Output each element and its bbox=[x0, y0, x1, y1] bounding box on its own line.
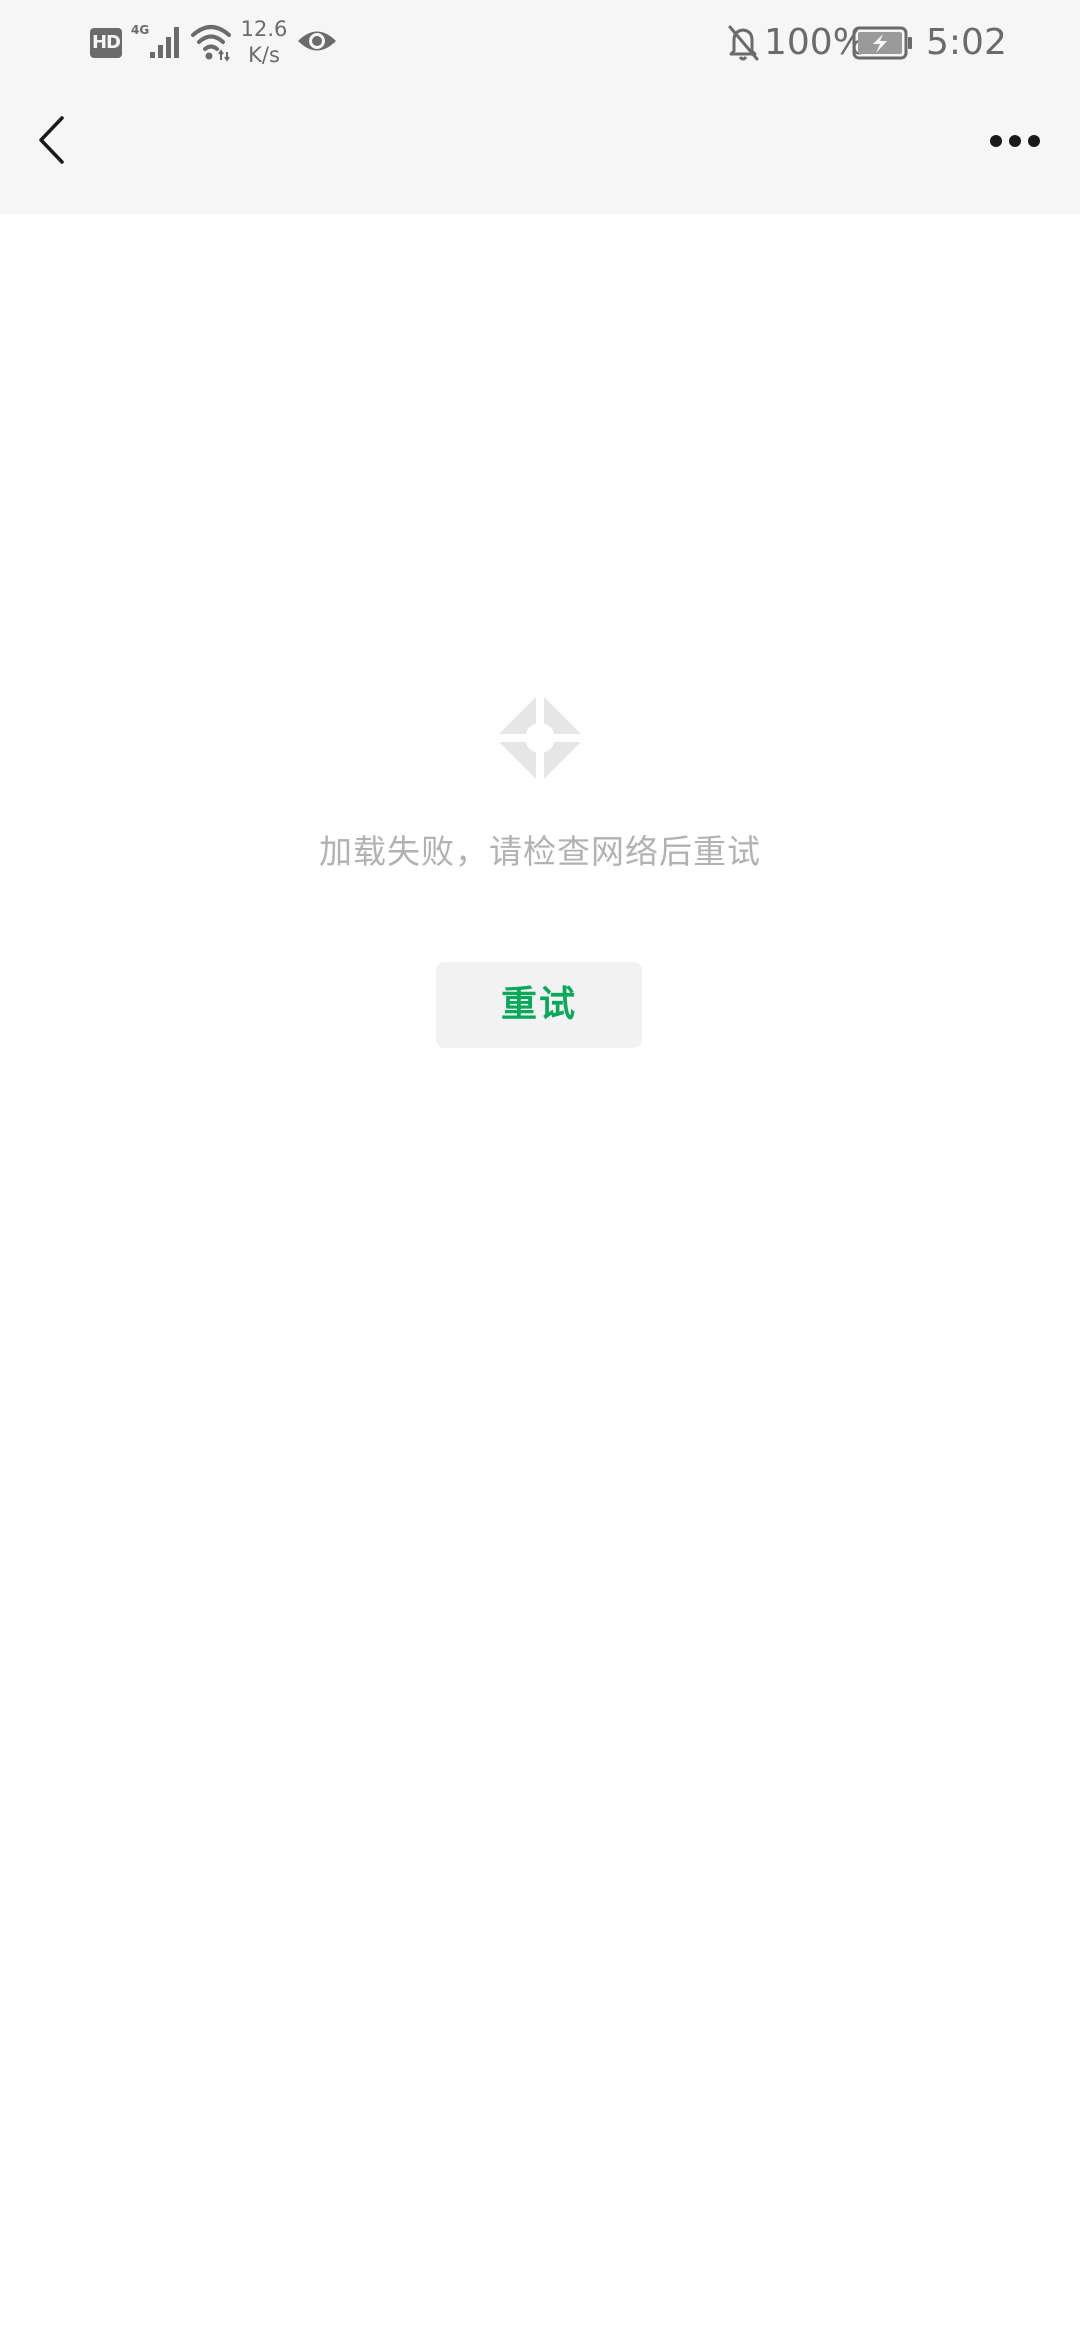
back-button[interactable] bbox=[24, 110, 84, 170]
more-button[interactable] bbox=[986, 116, 1046, 166]
hd-icon: HD bbox=[90, 28, 122, 58]
error-message: 加载失败，请检查网络后重试 bbox=[319, 832, 761, 871]
status-bar: HD 4G 12.6 K/s 100% 5:02 bbox=[0, 0, 1080, 86]
bell-muted-icon bbox=[728, 25, 759, 61]
network-speed-unit: K/s bbox=[248, 43, 280, 67]
signal-4g-icon: 4G bbox=[131, 23, 179, 58]
network-speed-value: 12.6 bbox=[240, 17, 288, 41]
screen: HD 4G 12.6 K/s 100% 5:02 加载失败，请检查网络后重试 重… bbox=[0, 0, 1080, 2340]
nav-bar bbox=[0, 86, 1080, 214]
chevron-left-icon bbox=[39, 116, 64, 164]
wifi-icon bbox=[191, 25, 231, 62]
battery-charging-icon bbox=[852, 26, 912, 60]
more-dots-icon bbox=[990, 135, 1040, 147]
eye-icon bbox=[298, 31, 336, 51]
clock: 5:02 bbox=[926, 22, 1007, 63]
network-type-label: 4G bbox=[131, 23, 149, 37]
load-failed-icon bbox=[495, 693, 585, 783]
network-speed: 12.6 K/s bbox=[236, 16, 292, 68]
top-area: HD 4G 12.6 K/s 100% 5:02 bbox=[0, 0, 1080, 214]
retry-button[interactable]: 重试 bbox=[436, 962, 642, 1048]
